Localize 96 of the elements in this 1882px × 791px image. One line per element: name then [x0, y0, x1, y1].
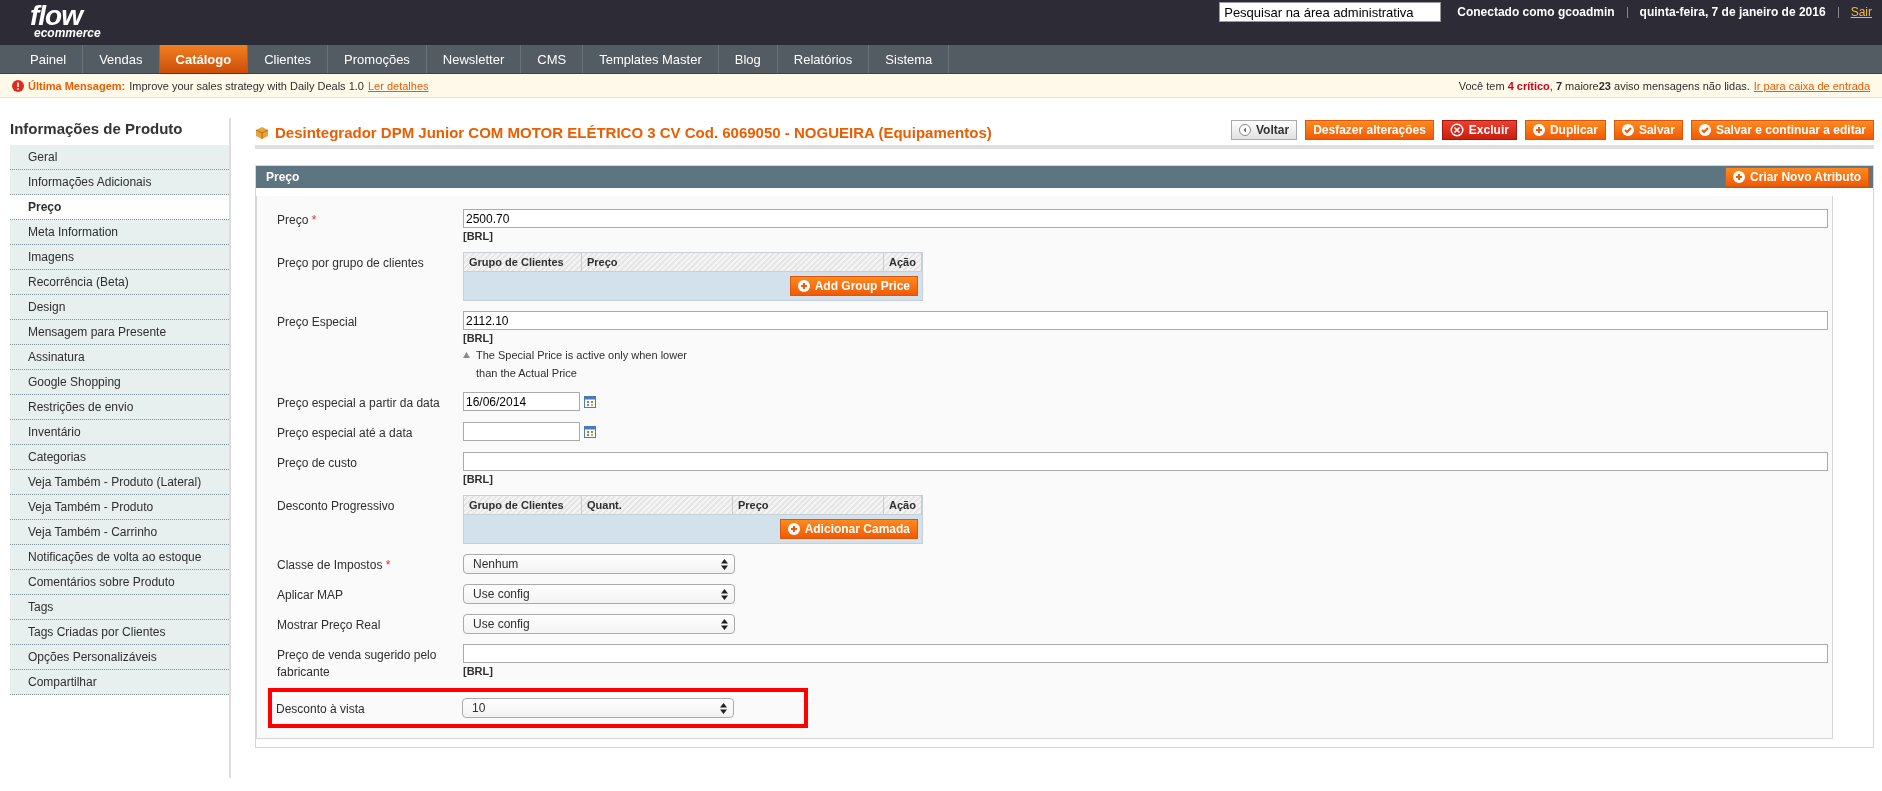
user-info: Conectado como gcoadmin — [1457, 5, 1615, 19]
sidebar-item[interactable]: Geral — [10, 145, 229, 170]
text-field[interactable] — [463, 452, 1828, 471]
currency-label: [BRL] — [463, 665, 494, 677]
date-field[interactable] — [463, 422, 580, 441]
calendar-icon[interactable] — [584, 395, 596, 408]
nav-tab[interactable]: Newsletter — [426, 45, 522, 73]
nav-tab[interactable]: Painel — [14, 45, 84, 73]
nav-tab[interactable]: Promoções — [328, 45, 427, 73]
nav-tab[interactable]: Templates Master — [583, 45, 719, 73]
dropdown-arrows-icon — [721, 588, 728, 600]
column-header: Grupo de Clientes — [464, 496, 582, 514]
back-button[interactable]: Voltar — [1231, 119, 1298, 140]
field-label: Mostrar Preço Real — [277, 617, 382, 634]
calendar-icon[interactable] — [584, 425, 596, 438]
plus-icon — [797, 280, 810, 292]
sidebar-item[interactable]: Veja Também - Produto — [10, 495, 229, 520]
column-header: Preço — [582, 253, 884, 271]
field-note: The Special Price is active only when lower than the Actual Price — [476, 348, 688, 381]
dropdown-arrows-icon — [720, 702, 727, 714]
sidebar-item[interactable]: Assinatura — [10, 345, 229, 370]
nav-tab[interactable]: CMS — [521, 45, 584, 73]
text-field[interactable]: 2112.10 — [463, 311, 1828, 330]
column-header: Ação — [884, 496, 922, 514]
dropdown-arrows-icon — [721, 618, 728, 630]
logo: flow ecommerce — [30, 0, 101, 39]
column-header: Quant. — [582, 496, 733, 514]
column-header: Preço — [733, 496, 884, 514]
field-label: Classe de Impostos * — [277, 557, 392, 574]
delete-button[interactable]: Excluir — [1441, 119, 1517, 140]
nav-tab[interactable]: Sistema — [869, 45, 950, 73]
sidebar-item[interactable]: Imagens — [10, 245, 229, 270]
page-title: Desintegrador DPM Junior COM MOTOR ELÉTRICO 3 CV Cod. 6069050 - NOGUEIRA (Equipamentos) — [275, 124, 992, 141]
section-title: Preço — [266, 170, 300, 184]
currency-label: [BRL] — [463, 332, 494, 344]
field-label: Preço especial a partir da data — [277, 395, 441, 412]
search-field[interactable]: Pesquisar na área administrativa — [1219, 2, 1442, 22]
sidebar-item[interactable]: Veja Também - Produto (Lateral) — [10, 470, 229, 495]
nav-tab[interactable]: Relatórios — [777, 45, 870, 73]
sidebar-item[interactable]: Inventário — [10, 420, 229, 445]
text-field[interactable] — [463, 644, 1828, 663]
nav-tab[interactable]: Vendas — [83, 45, 160, 73]
check-icon — [1698, 123, 1711, 136]
sidebar-item[interactable]: Meta Information — [10, 220, 229, 245]
sidebar-item[interactable]: Recorrência (Beta) — [10, 270, 229, 295]
check-icon — [1621, 123, 1634, 136]
sidebar-item[interactable]: Notificações de volta ao estoque — [10, 545, 229, 570]
sidebar-item[interactable]: Compartilhar — [10, 670, 229, 695]
currency-label: [BRL] — [463, 230, 494, 242]
column-header: Grupo de Clientes — [464, 253, 582, 271]
field-label: Preço de venda sugerido pelo fabricante — [277, 647, 438, 681]
triangle-icon — [463, 352, 470, 358]
sidebar-item[interactable]: Opções Personalizáveis — [10, 645, 229, 670]
box-icon — [255, 125, 269, 140]
sidebar-item[interactable]: Veja Também - Carrinho — [10, 520, 229, 545]
date-text: quinta-feira, 7 de janeiro de 2016 — [1639, 5, 1826, 19]
back-icon — [1239, 123, 1251, 136]
sidebar-item[interactable]: Tags Criadas por Clientes — [10, 620, 229, 645]
sidebar-item[interactable]: Tags — [10, 595, 229, 620]
select-field[interactable]: Nenhum — [463, 554, 735, 574]
field-label: Desconto Progressivo — [277, 498, 396, 515]
date-field[interactable]: 16/06/2014 — [463, 392, 580, 411]
column-header: Ação — [884, 253, 922, 271]
sidebar-item[interactable]: Design — [10, 295, 229, 320]
sidebar-item[interactable]: Google Shopping — [10, 370, 229, 395]
alert-icon — [12, 79, 24, 92]
close-icon — [1449, 122, 1464, 137]
sidebar-item[interactable]: Mensagem para Presente — [10, 320, 229, 345]
field-label: Preço especial até a data — [277, 425, 414, 442]
plus-icon — [787, 523, 800, 535]
nav-tab[interactable]: Clientes — [248, 45, 329, 73]
currency-label: [BRL] — [463, 473, 494, 485]
field-label: Desconto à vista — [276, 701, 366, 718]
nav-tab[interactable]: Catálogo — [159, 45, 249, 73]
message-label: Última Mensagem: — [28, 79, 126, 92]
select-field[interactable]: Use config — [463, 584, 735, 604]
field-label: Aplicar MAP — [277, 587, 345, 604]
plus-icon — [1532, 123, 1545, 136]
logout-link[interactable]: Sair — [1850, 5, 1872, 19]
sidebar-item[interactable]: Comentários sobre Produto — [10, 570, 229, 595]
sidebar-item[interactable]: Informações Adicionais — [10, 170, 229, 195]
sidebar-item[interactable]: Categorias — [10, 445, 229, 470]
sidebar-title: Informações de Produto — [10, 119, 184, 139]
sidebar-item[interactable]: Restrições de envio — [10, 395, 229, 420]
text-field[interactable]: 2500.70 — [463, 209, 1828, 228]
select-field[interactable]: Use config — [463, 614, 735, 634]
plus-icon — [1733, 171, 1746, 183]
dropdown-arrows-icon — [721, 558, 728, 570]
field-label: Preço por grupo de clientes — [277, 255, 425, 272]
field-label: Preço de custo — [277, 455, 359, 472]
message-text: Improve your sales strategy with Daily Deals 1.0 — [129, 79, 364, 92]
nav-tab[interactable]: Blog — [718, 45, 778, 73]
select-field[interactable]: 10 — [462, 698, 734, 718]
message-summary: Você tem 4 crítico, 7 maiore23 aviso mensagens não lidas. — [1458, 79, 1750, 92]
field-label: Preço * — [277, 212, 318, 229]
field-label: Preço Especial — [277, 314, 359, 331]
